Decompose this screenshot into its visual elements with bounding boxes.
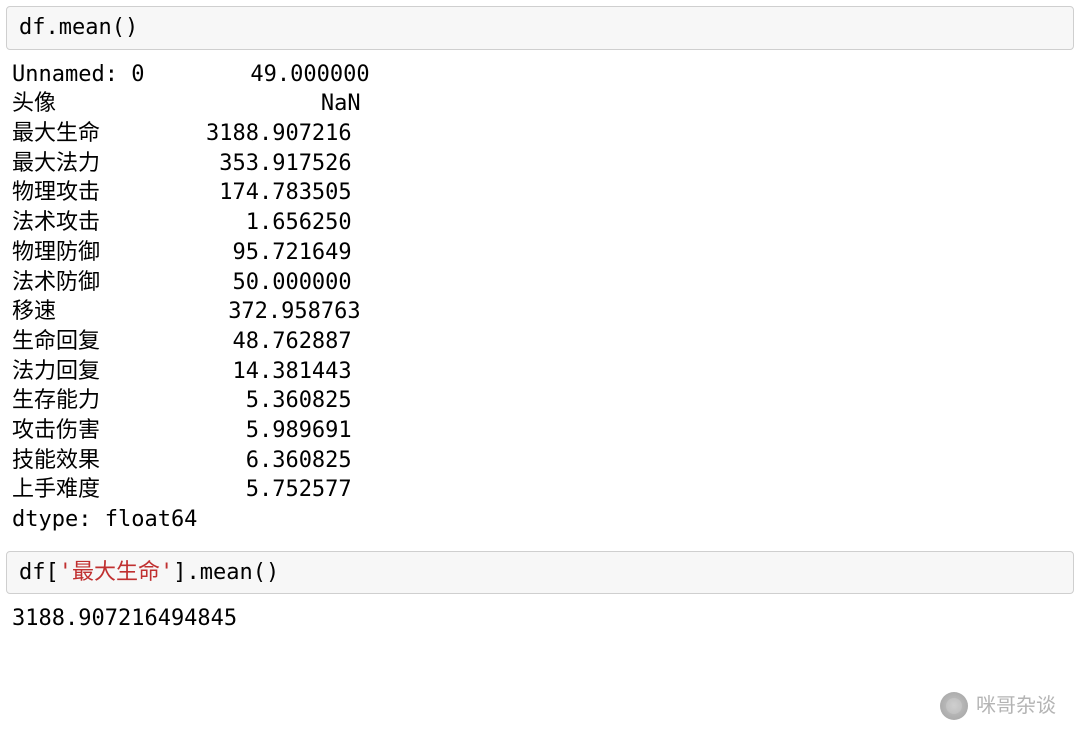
series-row: 法术防御 50.000000 <box>12 268 1068 298</box>
series-row: 技能效果 6.360825 <box>12 446 1068 476</box>
series-value: 48.762887 <box>179 329 351 354</box>
code-parens: () <box>253 560 280 585</box>
code-cell-1[interactable]: df.mean() <box>6 6 1074 50</box>
series-label: 法术攻击 <box>12 210 179 235</box>
series-value: 5.752577 <box>179 477 351 502</box>
series-row: 法力回复 14.381443 <box>12 357 1068 387</box>
series-row: 最大法力 353.917526 <box>12 149 1068 179</box>
output-cell-2: 3188.907216494845 <box>0 600 1080 644</box>
series-row: 法术攻击 1.656250 <box>12 208 1068 238</box>
series-row: 最大生命 3188.907216 <box>12 119 1068 149</box>
output-cell-1: Unnamed: 0 49.000000头像 NaN最大生命 3188.9072… <box>0 56 1080 545</box>
code-string-literal: '最大生命' <box>59 560 174 585</box>
watermark-text: 咪哥杂谈 <box>976 693 1056 720</box>
series-label: 攻击伤害 <box>12 418 179 443</box>
series-label: 移速 <box>12 299 188 324</box>
series-value: NaN <box>188 91 360 116</box>
series-row: 移速 372.958763 <box>12 297 1068 327</box>
series-value: 95.721649 <box>179 240 351 265</box>
code-text: ].mean <box>173 560 252 585</box>
watermark: 咪哥杂谈 <box>940 692 1056 720</box>
series-row: 头像 NaN <box>12 89 1068 119</box>
series-row: 物理防御 95.721649 <box>12 238 1068 268</box>
series-label: 上手难度 <box>12 477 179 502</box>
code-parens: () <box>112 15 139 40</box>
series-label: Unnamed: 0 <box>12 62 197 87</box>
wechat-avatar-icon <box>940 692 968 720</box>
series-value: 174.783505 <box>179 180 351 205</box>
series-label: 技能效果 <box>12 448 179 473</box>
series-row: 生存能力 5.360825 <box>12 386 1068 416</box>
series-value: 1.656250 <box>179 210 351 235</box>
series-value: 372.958763 <box>188 299 360 324</box>
series-value: 5.989691 <box>179 418 351 443</box>
series-label: 法术防御 <box>12 270 179 295</box>
code-cell-2[interactable]: df['最大生命'].mean() <box>6 551 1074 595</box>
series-output: Unnamed: 0 49.000000头像 NaN最大生命 3188.9072… <box>12 60 1068 505</box>
series-row: 上手难度 5.752577 <box>12 475 1068 505</box>
series-value: 5.360825 <box>179 388 351 413</box>
series-label: 生命回复 <box>12 329 179 354</box>
dtype-line: dtype: float64 <box>12 505 1068 535</box>
series-label: 法力回复 <box>12 359 179 384</box>
series-value: 49.000000 <box>197 62 369 87</box>
scalar-output: 3188.907216494845 <box>12 606 237 631</box>
series-row: 生命回复 48.762887 <box>12 327 1068 357</box>
series-label: 最大生命 <box>12 121 179 146</box>
series-value: 14.381443 <box>179 359 351 384</box>
series-value: 353.917526 <box>179 151 351 176</box>
series-label: 物理攻击 <box>12 180 179 205</box>
series-label: 头像 <box>12 91 188 116</box>
series-label: 最大法力 <box>12 151 179 176</box>
series-label: 物理防御 <box>12 240 179 265</box>
series-value: 3188.907216 <box>179 121 351 146</box>
code-text: df.mean <box>19 15 112 40</box>
series-row: 物理攻击 174.783505 <box>12 178 1068 208</box>
code-text: df[ <box>19 560 59 585</box>
series-row: Unnamed: 0 49.000000 <box>12 60 1068 90</box>
series-row: 攻击伤害 5.989691 <box>12 416 1068 446</box>
series-value: 50.000000 <box>179 270 351 295</box>
series-value: 6.360825 <box>179 448 351 473</box>
series-label: 生存能力 <box>12 388 179 413</box>
